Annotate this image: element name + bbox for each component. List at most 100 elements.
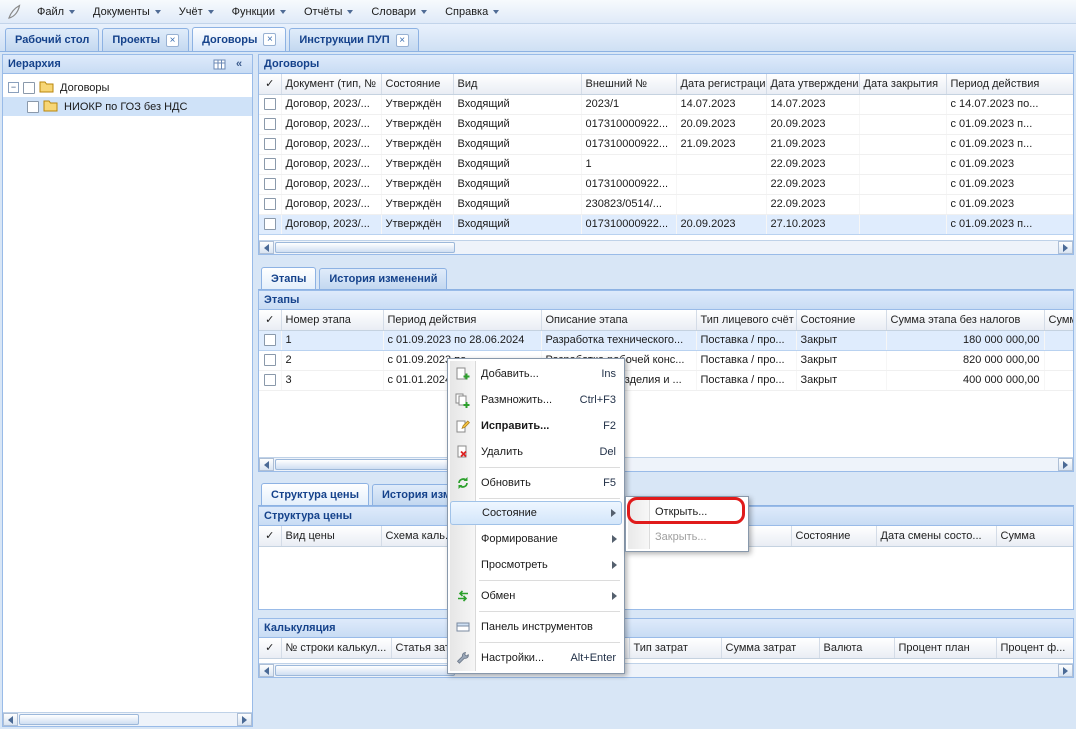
table-row[interactable]: Договор, 2023/... Утверждён Входящий 017… <box>259 114 1073 134</box>
select-all-column-header[interactable]: ✓ <box>259 638 281 658</box>
scroll-thumb[interactable] <box>275 459 455 470</box>
row-checkbox[interactable] <box>264 118 276 130</box>
price-subtab[interactable]: Структура цены <box>261 483 369 505</box>
tab-close-icon[interactable]: × <box>263 33 276 46</box>
submenu-item-open[interactable]: Открыть... <box>628 499 746 524</box>
table-row[interactable]: 2 с 01.09.2023 по ... Разработка рабочей… <box>259 350 1073 370</box>
table-row[interactable]: 3 с 01.01.2024 по ... Изготовление издел… <box>259 370 1073 390</box>
scroll-left-arrow[interactable] <box>3 713 18 726</box>
column-header[interactable]: Процент ф... <box>996 638 1073 658</box>
table-row[interactable]: Договор, 2023/... Утверждён Входящий 017… <box>259 134 1073 154</box>
column-header[interactable]: Процент план <box>894 638 996 658</box>
column-header[interactable]: Период действия <box>383 310 541 330</box>
table-row[interactable]: Договор, 2023/... Утверждён Входящий 230… <box>259 194 1073 214</box>
scroll-thumb[interactable] <box>275 665 455 676</box>
tree-checkbox[interactable] <box>23 82 35 94</box>
row-checkbox[interactable] <box>264 138 276 150</box>
main-tab[interactable]: Инструкции ПУП × <box>289 28 418 51</box>
table-row[interactable]: Договор, 2023/... Утверждён Входящий 017… <box>259 214 1073 234</box>
menu-item-toolbar[interactable]: Панель инструментов <box>450 614 622 640</box>
column-header[interactable]: Сумма затрат <box>721 638 819 658</box>
row-checkbox[interactable] <box>264 374 276 386</box>
table-row[interactable]: Договор, 2023/... Утверждён Входящий 017… <box>259 174 1073 194</box>
horizontal-scrollbar[interactable] <box>259 663 1073 677</box>
scroll-right-arrow[interactable] <box>237 713 252 726</box>
column-header[interactable]: Вид цены <box>281 526 381 546</box>
column-header[interactable]: Вид <box>453 74 581 94</box>
column-header[interactable]: Тип затрат <box>629 638 721 658</box>
column-header[interactable]: Дата закрытия <box>859 74 946 94</box>
menubar-item[interactable]: Учёт <box>170 0 223 23</box>
row-checkbox[interactable] <box>264 218 276 230</box>
grid-settings-icon[interactable] <box>211 57 227 71</box>
column-header[interactable]: Дата смены состо... <box>876 526 996 546</box>
menu-item-state[interactable]: Состояние <box>450 501 622 525</box>
scroll-thumb[interactable] <box>19 714 139 725</box>
main-tab[interactable]: Договоры × <box>192 27 286 51</box>
column-header[interactable]: Сумма этапа без налогов <box>886 310 1044 330</box>
horizontal-scrollbar[interactable] <box>3 712 252 726</box>
stages-subtab[interactable]: Этапы <box>261 267 316 289</box>
scroll-left-arrow[interactable] <box>259 241 274 254</box>
menubar-item[interactable]: Отчёты <box>295 0 362 23</box>
table-row[interactable]: Договор, 2023/... Утверждён Входящий 202… <box>259 94 1073 114</box>
menubar-item[interactable]: Справка <box>436 0 508 23</box>
menubar-item[interactable]: Словари <box>362 0 436 23</box>
scroll-left-arrow[interactable] <box>259 664 274 677</box>
menu-item-delete[interactable]: Удалить Del <box>450 439 622 465</box>
menubar-item[interactable]: Файл <box>28 0 84 23</box>
column-header[interactable]: Дата утверждения <box>766 74 859 94</box>
column-header[interactable]: Внешний № <box>581 74 676 94</box>
column-header[interactable]: Документ (тип, № <box>281 74 381 94</box>
menu-item-duplicate[interactable]: Размножить... Ctrl+F3 <box>450 387 622 413</box>
column-header[interactable]: Номер этапа <box>281 310 383 330</box>
column-header[interactable]: Сумма <box>1044 310 1073 330</box>
column-header[interactable]: № строки калькул... <box>281 638 391 658</box>
tree-checkbox[interactable] <box>27 101 39 113</box>
menu-item-settings[interactable]: Настройки... Alt+Enter <box>450 645 622 671</box>
scroll-left-arrow[interactable] <box>259 458 274 471</box>
column-header[interactable]: Состояние <box>791 526 876 546</box>
column-header[interactable]: Состояние <box>381 74 453 94</box>
menu-item-refresh[interactable]: Обновить F5 <box>450 470 622 496</box>
table-row[interactable]: 1 с 01.09.2023 по 28.06.2024 Разработка … <box>259 330 1073 350</box>
column-header[interactable]: Период действия <box>946 74 1073 94</box>
main-tab[interactable]: Проекты × <box>102 28 189 51</box>
scroll-right-arrow[interactable] <box>1058 241 1073 254</box>
horizontal-scrollbar[interactable] <box>259 457 1073 471</box>
scroll-right-arrow[interactable] <box>1058 664 1073 677</box>
column-header[interactable]: Дата регистрации <box>676 74 766 94</box>
row-checkbox[interactable] <box>264 198 276 210</box>
row-checkbox[interactable] <box>264 158 276 170</box>
select-all-column-header[interactable]: ✓ <box>259 526 281 546</box>
horizontal-scrollbar[interactable] <box>259 240 1073 254</box>
collapse-panel-icon[interactable]: « <box>231 57 247 71</box>
menubar-item[interactable]: Функции <box>223 0 295 23</box>
menu-item-edit[interactable]: Исправить... F2 <box>450 413 622 439</box>
row-checkbox[interactable] <box>264 354 276 366</box>
column-header[interactable]: Валюта <box>819 638 894 658</box>
stages-subtab[interactable]: История изменений <box>319 268 447 289</box>
menu-item-add[interactable]: Добавить... Ins <box>450 361 622 387</box>
menu-item-view[interactable]: Просмотреть <box>450 552 622 578</box>
tab-close-icon[interactable]: × <box>396 34 409 47</box>
tab-close-icon[interactable]: × <box>166 34 179 47</box>
row-checkbox[interactable] <box>264 178 276 190</box>
tree-expander-icon[interactable]: − <box>8 82 19 93</box>
tree-node-root[interactable]: − Договоры <box>3 78 252 97</box>
select-all-column-header[interactable]: ✓ <box>259 74 281 94</box>
menu-item-exchange[interactable]: Обмен <box>450 583 622 609</box>
tree-node-selected[interactable]: НИОКР по ГОЗ без НДС <box>3 97 252 116</box>
column-header[interactable]: Описание этапа <box>541 310 696 330</box>
menu-item-formation[interactable]: Формирование <box>450 526 622 552</box>
main-tab[interactable]: Рабочий стол × <box>5 28 99 51</box>
row-checkbox[interactable] <box>264 334 276 346</box>
table-row[interactable]: Договор, 2023/... Утверждён Входящий 1 2… <box>259 154 1073 174</box>
menubar-item[interactable]: Документы <box>84 0 170 23</box>
row-checkbox[interactable] <box>264 98 276 110</box>
column-header[interactable]: Сумма <box>996 526 1073 546</box>
column-header[interactable]: Состояние <box>796 310 886 330</box>
scroll-right-arrow[interactable] <box>1058 458 1073 471</box>
column-header[interactable]: Тип лицевого счёт <box>696 310 796 330</box>
select-all-column-header[interactable]: ✓ <box>259 310 281 330</box>
